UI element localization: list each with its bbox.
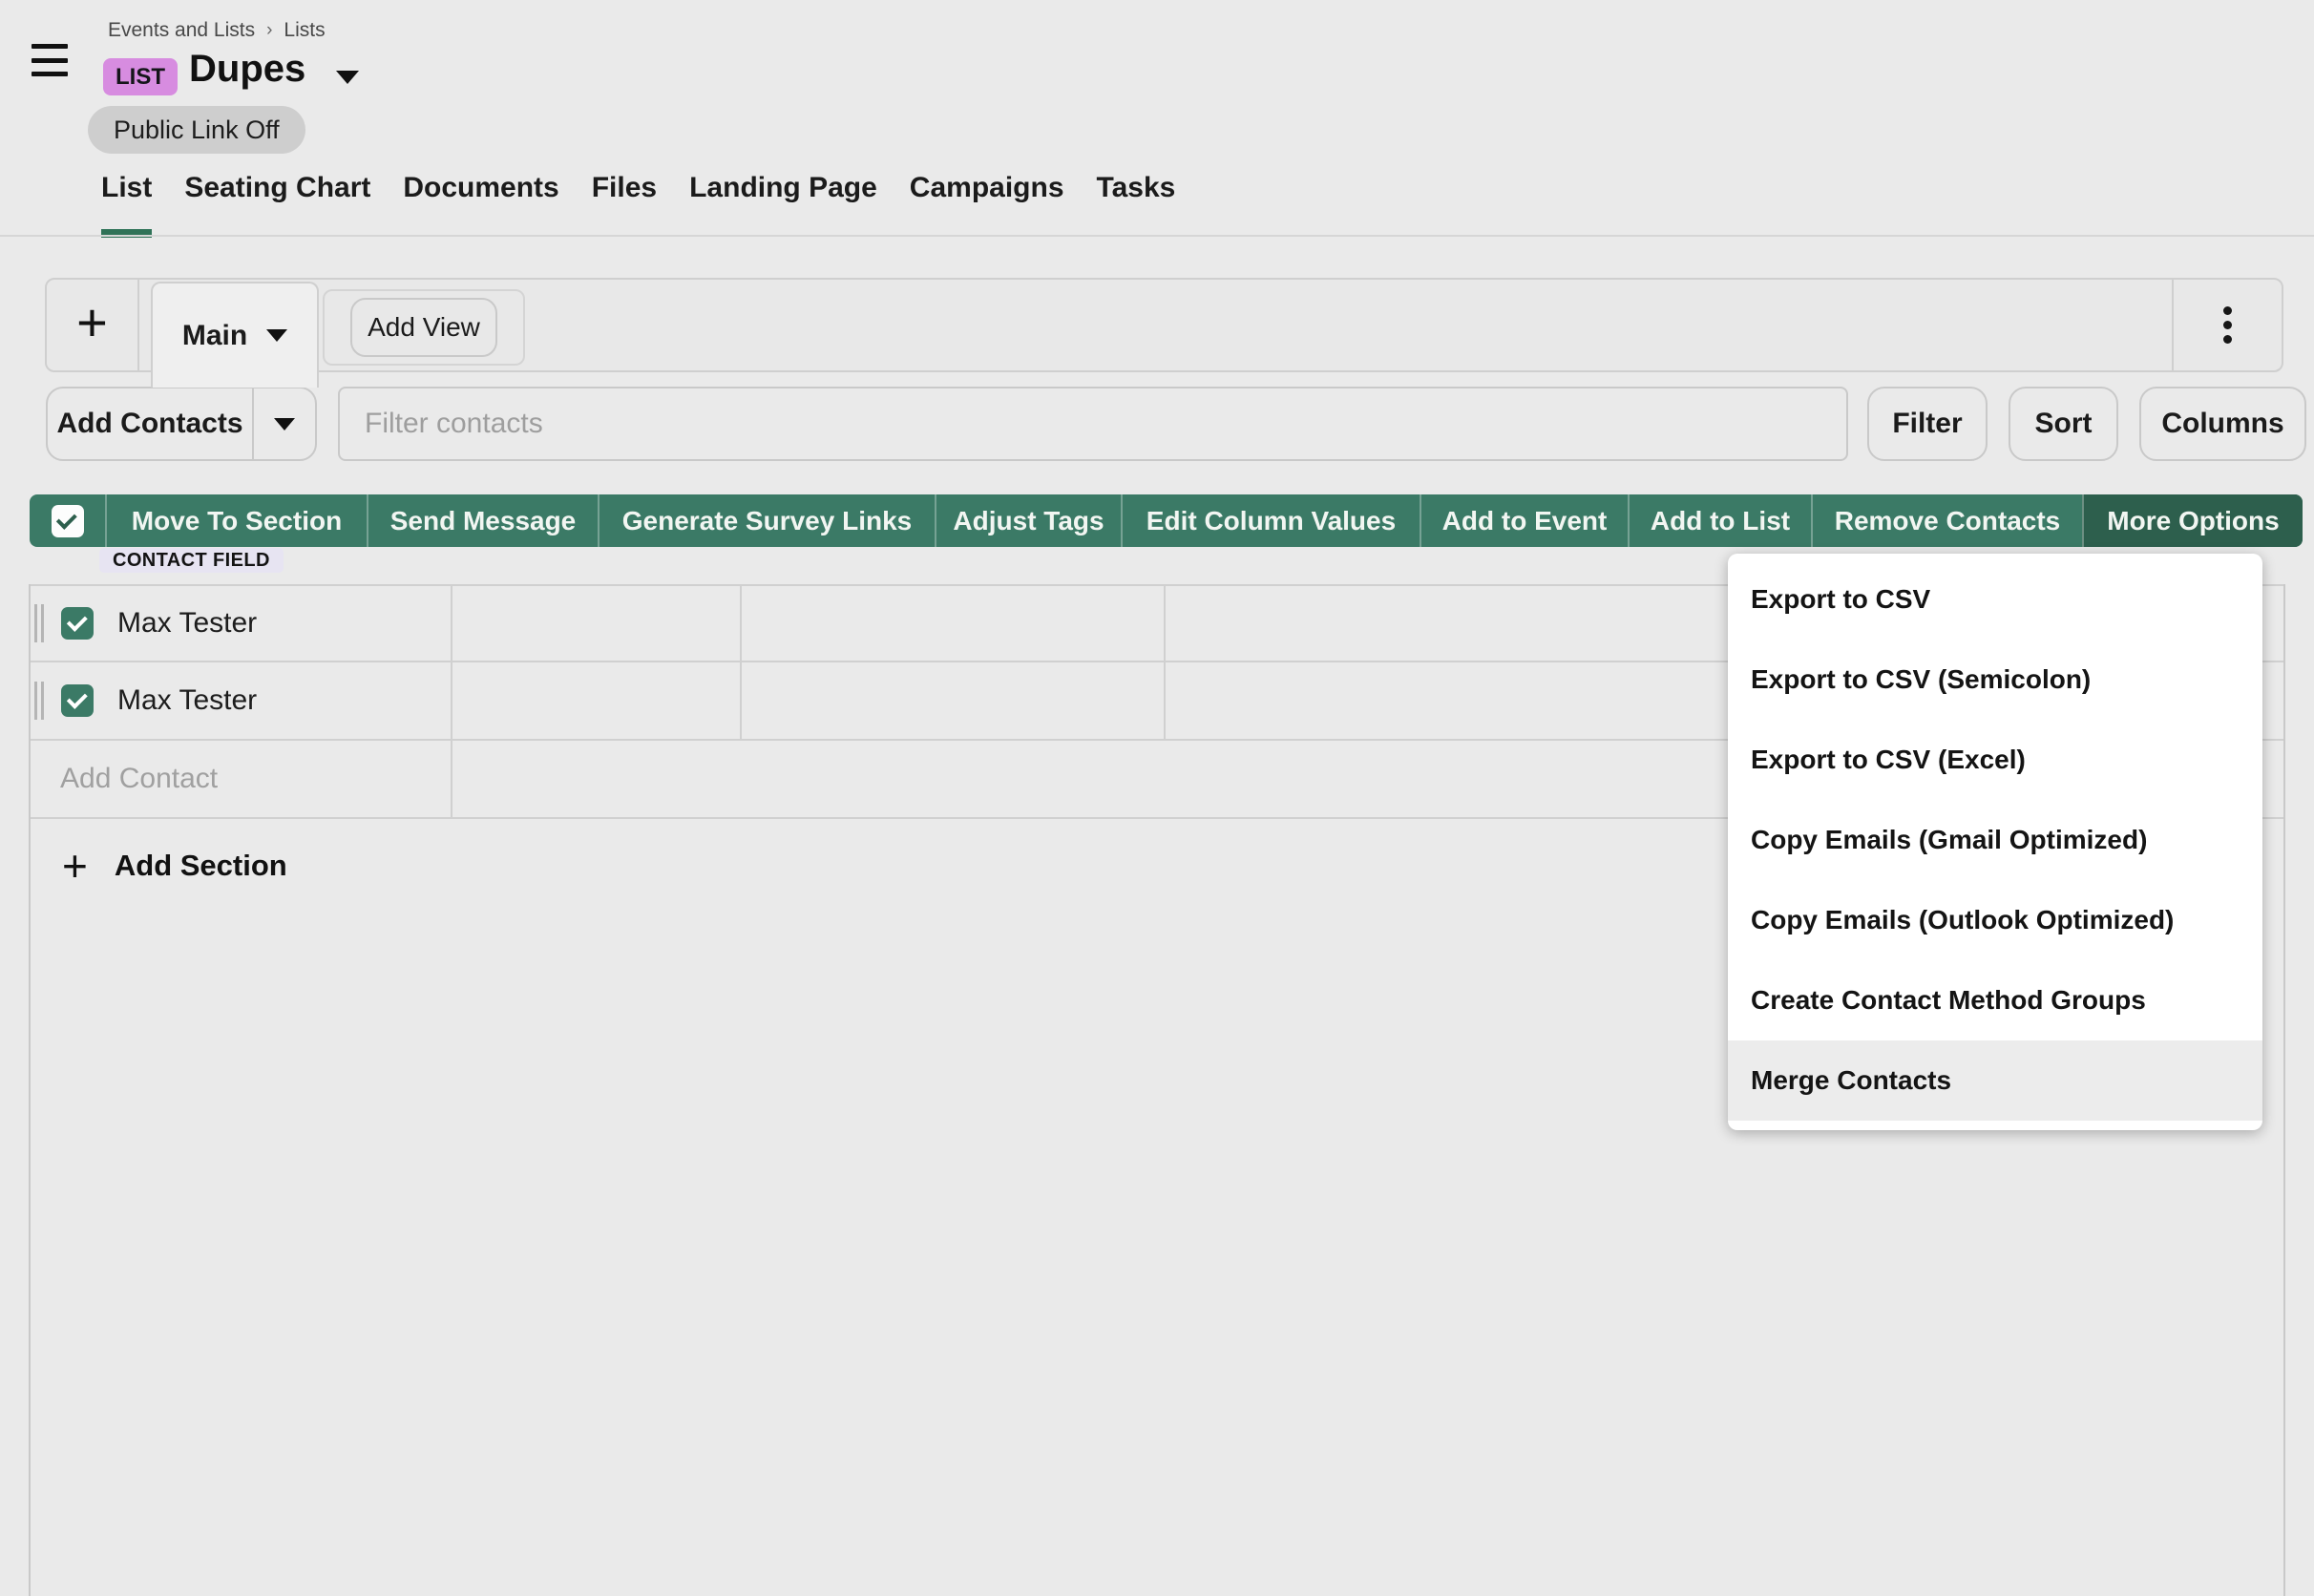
page-title: Dupes <box>189 48 305 91</box>
view-tabs-bar: + Main Add View <box>45 278 2283 372</box>
add-contact-cell[interactable]: Add Contact <box>31 741 452 817</box>
menu-item-export-csv-excel[interactable]: Export to CSV (Excel) <box>1728 720 2262 800</box>
chevron-down-icon <box>266 329 287 342</box>
sort-button[interactable]: Sort <box>2009 387 2118 461</box>
filter-contacts-input[interactable] <box>338 387 1848 461</box>
action-move-to-section[interactable]: Move To Section <box>105 494 367 547</box>
view-overflow-menu-button[interactable] <box>2172 280 2282 370</box>
add-contacts-button[interactable]: Add Contacts <box>48 388 252 459</box>
tab-files[interactable]: Files <box>592 172 657 238</box>
drag-handle-icon[interactable] <box>34 682 44 720</box>
breadcrumb-separator: › <box>266 20 272 41</box>
empty-cell[interactable] <box>742 662 1166 739</box>
tab-landing-page[interactable]: Landing Page <box>689 172 877 238</box>
checkbox-checked-icon <box>52 505 84 537</box>
columns-button[interactable]: Columns <box>2139 387 2306 461</box>
add-contacts-split-button: Add Contacts <box>46 387 317 461</box>
menu-item-merge-contacts[interactable]: Merge Contacts <box>1728 1040 2262 1121</box>
add-contact-placeholder: Add Contact <box>60 763 218 795</box>
action-send-message[interactable]: Send Message <box>367 494 598 547</box>
contact-name: Max Tester <box>117 607 257 640</box>
filter-button[interactable]: Filter <box>1867 387 1988 461</box>
breadcrumb: Events and Lists › Lists <box>108 19 326 42</box>
more-options-menu: Export to CSV Export to CSV (Semicolon) … <box>1728 554 2262 1130</box>
contact-name-cell[interactable]: Max Tester <box>31 662 452 739</box>
empty-cell[interactable] <box>742 586 1166 661</box>
action-adjust-tags[interactable]: Adjust Tags <box>935 494 1121 547</box>
action-add-to-event[interactable]: Add to Event <box>1420 494 1628 547</box>
menu-item-copy-emails-gmail[interactable]: Copy Emails (Gmail Optimized) <box>1728 800 2262 880</box>
plus-icon: + <box>76 296 108 349</box>
empty-cell[interactable] <box>452 586 742 661</box>
tab-documents[interactable]: Documents <box>403 172 558 238</box>
action-edit-column-values[interactable]: Edit Column Values <box>1121 494 1420 547</box>
row-checkbox-checked[interactable] <box>61 607 94 640</box>
hamburger-menu-icon[interactable] <box>32 44 68 76</box>
menu-item-export-csv-semicolon[interactable]: Export to CSV (Semicolon) <box>1728 640 2262 720</box>
header-divider <box>0 235 2314 237</box>
select-all-checkbox[interactable] <box>30 494 105 547</box>
action-more-options[interactable]: More Options <box>2082 494 2303 547</box>
bulk-action-bar: Move To Section Send Message Generate Su… <box>30 494 2303 547</box>
public-link-status-badge[interactable]: Public Link Off <box>88 106 305 154</box>
action-add-to-list[interactable]: Add to List <box>1628 494 1811 547</box>
tab-campaigns[interactable]: Campaigns <box>910 172 1064 238</box>
menu-item-export-csv[interactable]: Export to CSV <box>1728 559 2262 640</box>
menu-item-copy-emails-outlook[interactable]: Copy Emails (Outlook Optimized) <box>1728 880 2262 960</box>
breadcrumb-lists[interactable]: Lists <box>284 19 325 42</box>
tab-tasks[interactable]: Tasks <box>1097 172 1176 238</box>
add-view-button[interactable]: Add View <box>350 298 497 357</box>
contact-name: Max Tester <box>117 684 257 717</box>
add-contacts-dropdown-button[interactable] <box>252 388 315 459</box>
menu-item-create-contact-method-groups[interactable]: Create Contact Method Groups <box>1728 960 2262 1040</box>
tab-list[interactable]: List <box>101 172 152 238</box>
page-tabs: List Seating Chart Documents Files Landi… <box>101 172 1175 238</box>
add-view-cell: Add View <box>323 289 525 366</box>
action-remove-contacts[interactable]: Remove Contacts <box>1811 494 2082 547</box>
row-checkbox-checked[interactable] <box>61 684 94 717</box>
contact-name-cell[interactable]: Max Tester <box>31 586 452 661</box>
tab-seating-chart[interactable]: Seating Chart <box>184 172 370 238</box>
view-tab-main-label: Main <box>182 320 247 352</box>
add-section-label: Add Section <box>115 849 287 883</box>
drag-handle-icon[interactable] <box>34 604 44 642</box>
title-dropdown-caret-icon[interactable] <box>336 71 359 84</box>
list-type-badge: LIST <box>103 58 178 95</box>
plus-icon: + <box>62 844 88 888</box>
add-view-tab-button[interactable]: + <box>47 280 139 370</box>
column-header-contact-field[interactable]: CONTACT FIELD <box>99 548 284 573</box>
chevron-down-icon <box>274 418 295 430</box>
breadcrumb-events-and-lists[interactable]: Events and Lists <box>108 19 255 42</box>
view-tab-main[interactable]: Main <box>151 282 319 388</box>
empty-cell[interactable] <box>452 662 742 739</box>
kebab-vertical-icon <box>2223 306 2232 344</box>
action-generate-survey-links[interactable]: Generate Survey Links <box>598 494 935 547</box>
